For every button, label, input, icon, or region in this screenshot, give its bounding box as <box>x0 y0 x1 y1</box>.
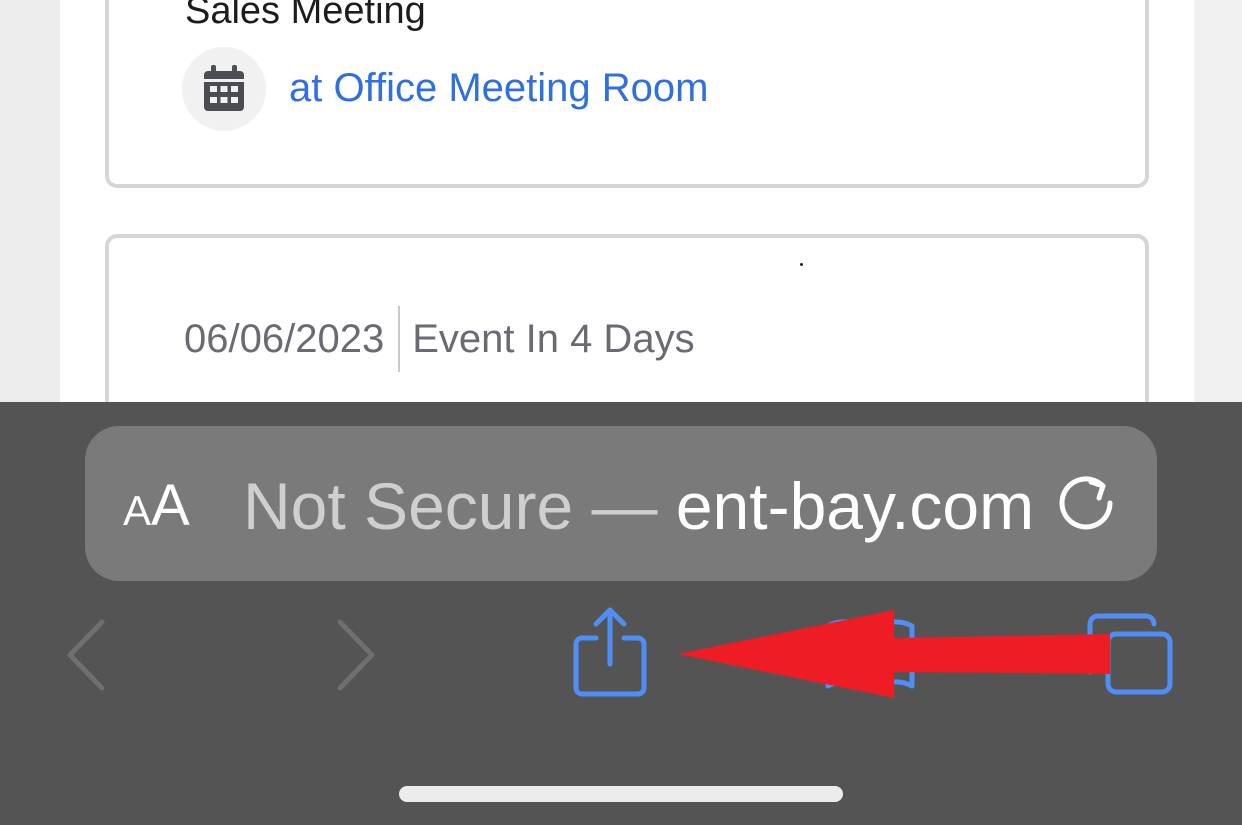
event-date-row: 06/06/2023 Event In 4 Days <box>184 306 695 372</box>
url-display[interactable]: Not Secure — ent-bay.com <box>243 468 1034 544</box>
address-bar[interactable]: AA Not Secure — ent-bay.com <box>85 426 1157 581</box>
event-countdown: Event In 4 Days <box>412 316 695 361</box>
url-domain: ent-bay.com <box>675 469 1035 543</box>
event-title: Sales Meeting <box>185 0 426 32</box>
chevron-left-icon[interactable] <box>64 618 108 692</box>
text-size-big-a: A <box>151 473 190 538</box>
home-indicator[interactable] <box>399 786 843 802</box>
event-date: 06/06/2023 <box>184 316 385 361</box>
chevron-right-icon[interactable] <box>334 618 378 692</box>
date-divider <box>398 306 401 372</box>
text-size-button[interactable]: AA <box>123 472 190 539</box>
event-card[interactable]: Sales Meeting at Office Meeting Room <box>105 0 1149 188</box>
red-arrow-annotation <box>678 610 1110 698</box>
reload-icon[interactable] <box>1057 472 1119 534</box>
calendar-icon-circle <box>182 47 266 131</box>
stray-dot <box>800 263 803 266</box>
browser-toolbar: AA Not Secure — ent-bay.com <box>0 402 1242 825</box>
share-icon[interactable] <box>572 604 648 698</box>
text-size-small-a: A <box>123 487 152 534</box>
event-location-link[interactable]: at Office Meeting Room <box>289 66 708 111</box>
url-security-label: Not Secure — <box>243 469 676 543</box>
page-left-margin <box>0 0 60 402</box>
calendar-icon <box>204 65 244 111</box>
